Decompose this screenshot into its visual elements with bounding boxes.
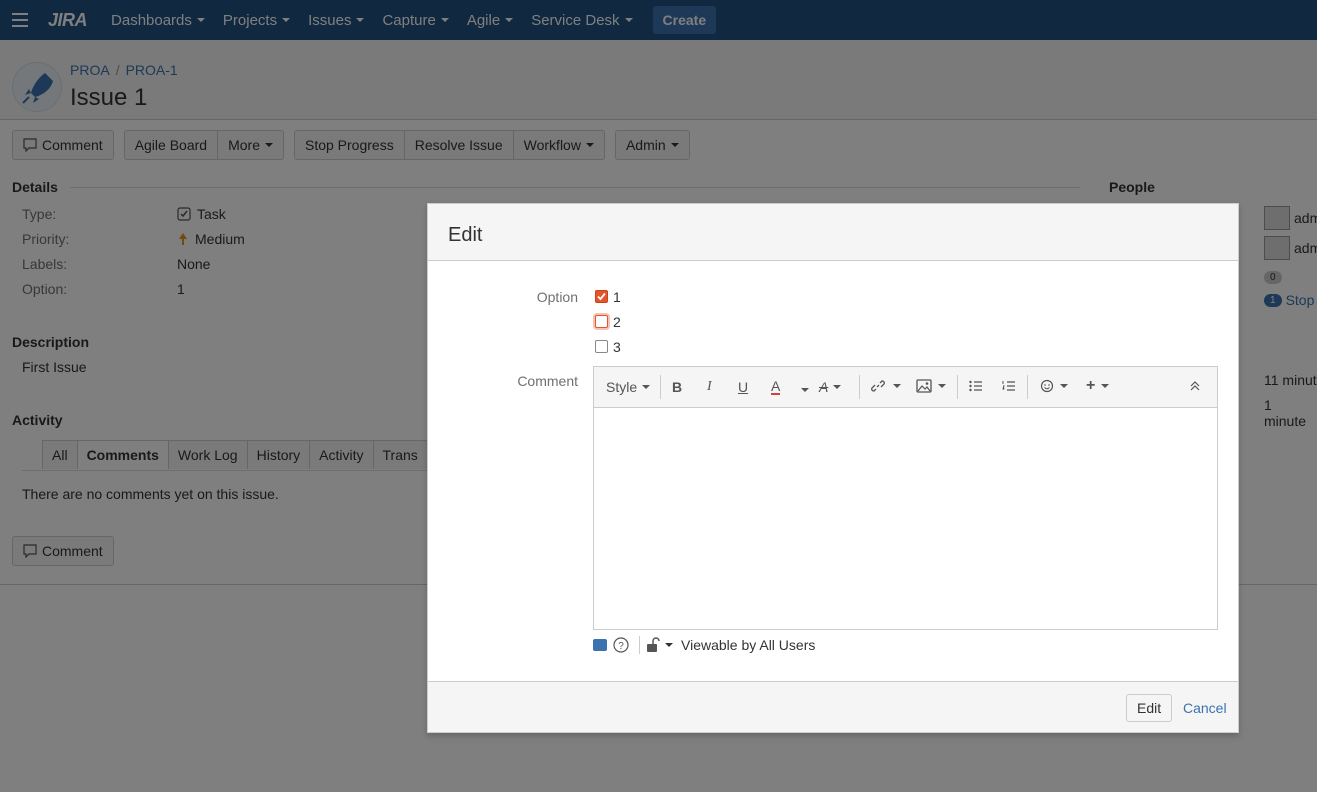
chevron-down-icon xyxy=(801,388,809,392)
comment-textarea[interactable] xyxy=(594,408,1217,629)
option-1-checkbox[interactable] xyxy=(595,290,608,303)
editor-toolbar: Style B I U A A + xyxy=(594,367,1217,408)
link-icon xyxy=(871,380,885,392)
checkmark-icon xyxy=(597,292,606,301)
smiley-icon xyxy=(1040,379,1054,393)
text-color-dropdown[interactable] xyxy=(796,379,809,395)
dialog-footer: Edit Cancel xyxy=(428,681,1238,732)
option-3-checkbox[interactable] xyxy=(595,340,608,353)
chevron-down-icon xyxy=(1060,384,1068,388)
option-2-label[interactable]: 2 xyxy=(613,314,621,330)
option-1-label[interactable]: 1 xyxy=(613,289,621,305)
bullet-list-icon[interactable] xyxy=(969,379,983,395)
image-dropdown[interactable] xyxy=(916,379,946,393)
underline-icon[interactable]: U xyxy=(738,379,748,395)
insert-more-dropdown[interactable]: + xyxy=(1086,377,1110,394)
svg-text:?: ? xyxy=(618,641,624,652)
dialog-comment-label: Comment xyxy=(517,373,578,389)
chevron-down-icon xyxy=(665,643,673,647)
bold-icon[interactable]: B xyxy=(672,379,682,395)
chevron-down-icon xyxy=(833,385,842,389)
text-color-icon[interactable]: A xyxy=(771,379,781,395)
dialog-title: Edit xyxy=(448,224,483,246)
cancel-link[interactable]: Cancel xyxy=(1183,700,1227,716)
emoticon-dropdown[interactable] xyxy=(1040,379,1068,393)
collapse-toolbar-icon[interactable] xyxy=(1189,379,1201,395)
italic-icon[interactable]: I xyxy=(707,379,712,395)
image-icon xyxy=(916,379,932,393)
numbered-list-icon[interactable] xyxy=(1002,379,1016,395)
chevron-down-icon xyxy=(1101,384,1110,388)
unlock-icon xyxy=(647,637,660,652)
wiki-renderer-icon[interactable] xyxy=(593,639,607,651)
chevron-down-icon xyxy=(938,384,946,388)
editor-footer: ? Viewable by All Users xyxy=(593,636,815,654)
comment-editor: Style B I U A A + xyxy=(593,366,1218,630)
visibility-text: Viewable by All Users xyxy=(681,637,816,653)
option-3-label[interactable]: 3 xyxy=(613,339,621,355)
edit-dialog: Edit Option 1 2 3 Comment Style B I U A … xyxy=(427,203,1239,733)
help-icon[interactable]: ? xyxy=(613,637,629,653)
style-dropdown[interactable]: Style xyxy=(606,379,651,395)
link-dropdown[interactable] xyxy=(871,379,901,393)
chevron-down-icon xyxy=(642,385,651,389)
dialog-header: Edit xyxy=(428,204,1238,261)
visibility-dropdown[interactable] xyxy=(646,637,673,653)
option-2-checkbox[interactable] xyxy=(595,315,608,328)
strikethrough-icon: A xyxy=(819,379,829,395)
text-effects-dropdown[interactable]: A xyxy=(819,379,842,395)
plus-icon: + xyxy=(1086,377,1096,394)
edit-submit-button[interactable]: Edit xyxy=(1126,694,1173,722)
chevron-down-icon xyxy=(893,384,901,388)
dialog-option-label: Option xyxy=(536,289,578,305)
